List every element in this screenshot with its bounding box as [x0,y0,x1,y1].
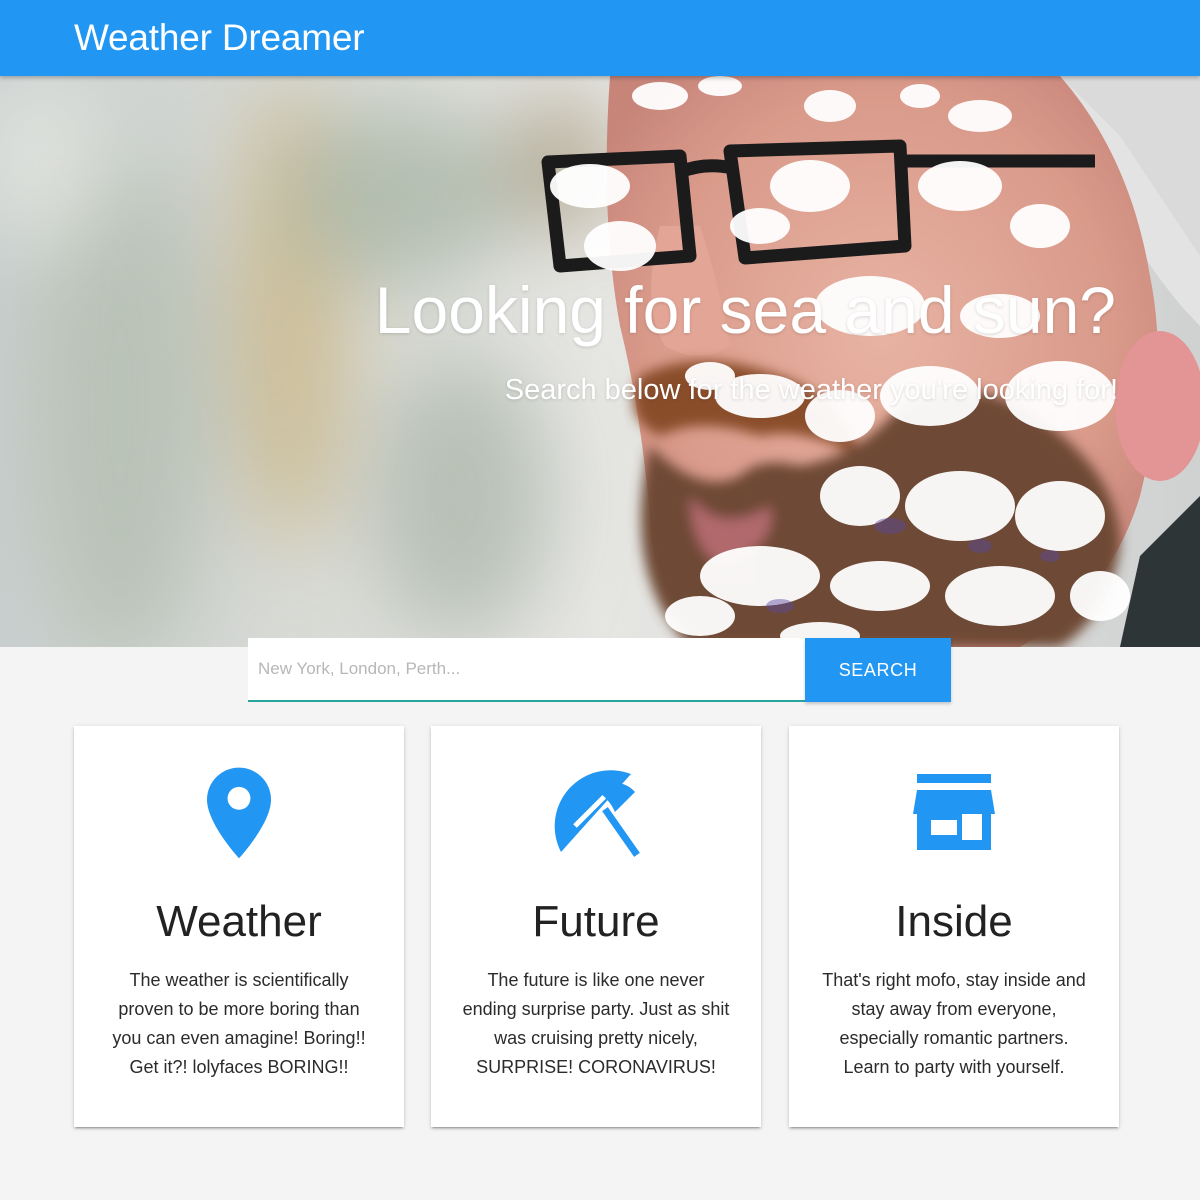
card-text: That's right mofo, stay inside and stay … [822,970,1086,1077]
feature-card-weather: Weather The weather is scientifically pr… [74,726,404,1127]
card-title: Future [532,897,660,946]
hero-subtitle: Search below for the weather you're look… [504,374,1118,406]
location-pin-icon [74,766,404,866]
card-title: Weather [156,897,322,946]
feature-card-inside: Inside That's right mofo, stay inside an… [789,726,1119,1127]
beach-umbrella-icon [431,766,761,866]
top-navbar: Weather Dreamer [0,0,1200,76]
hero-banner: Looking for sea and sun? Search below fo… [0,76,1200,647]
brand-logo-link[interactable]: Weather Dreamer [74,16,365,60]
city-search-input[interactable] [248,638,824,702]
card-title: Inside [895,897,1013,946]
search-button[interactable]: SEARCH [805,638,951,702]
store-icon [789,766,1119,866]
hero-title: Looking for sea and sun? [374,273,1116,347]
feature-card-future: Future The future is like one never endi… [431,726,761,1127]
card-text: The weather is scientifically proven to … [112,970,366,1077]
hero-background-photo [0,76,1200,647]
card-text: The future is like one never ending surp… [462,970,730,1077]
